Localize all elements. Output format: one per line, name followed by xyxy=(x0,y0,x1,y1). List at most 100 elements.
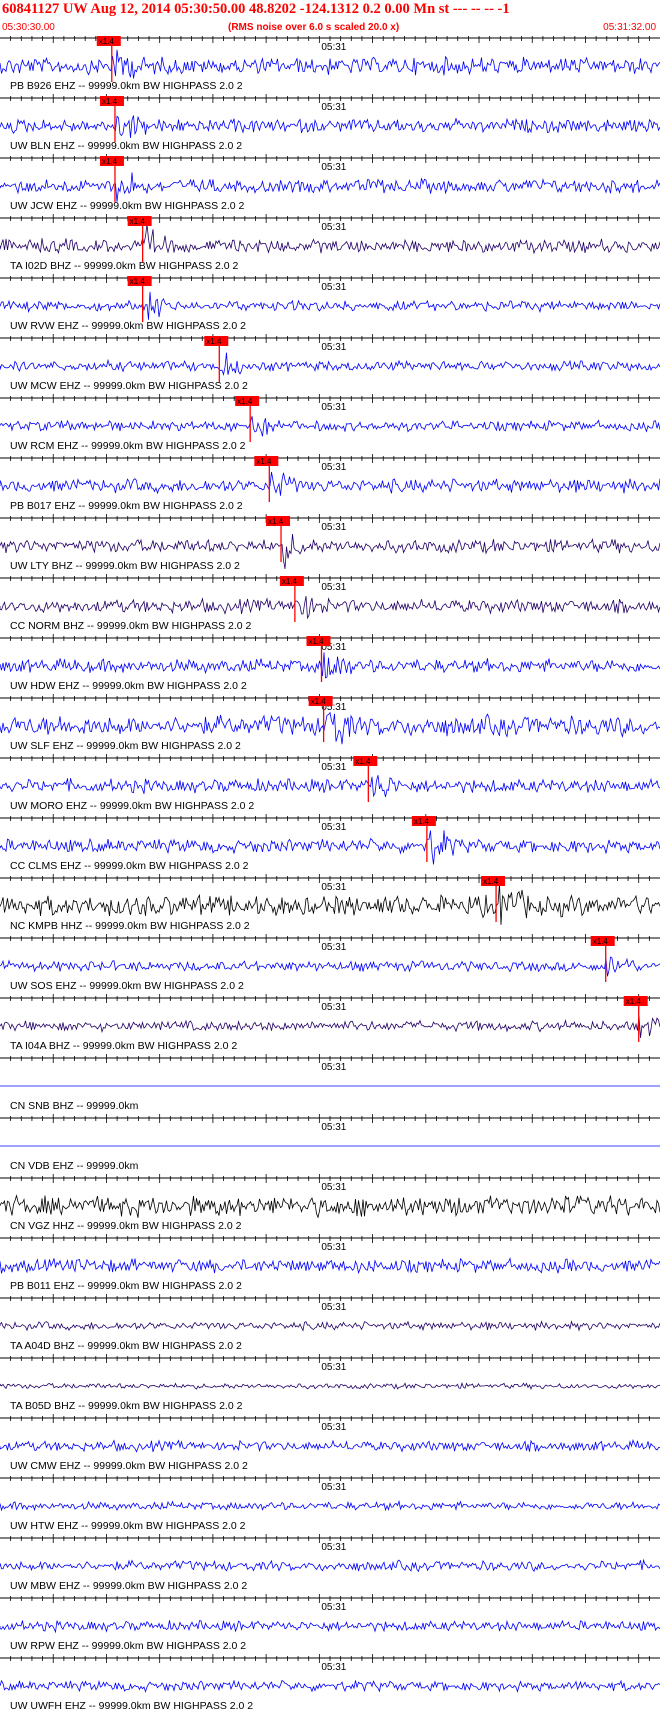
station-label: UW MCW EHZ -- 99999.0km BW HIGHPASS 2.0 … xyxy=(10,380,248,392)
minute-label: 05:31 xyxy=(321,42,346,53)
waveform xyxy=(0,652,660,679)
station-label: UW JCW EHZ -- 99999.0km BW HIGHPASS 2.0 … xyxy=(10,200,245,212)
station-label: CN VDB EHZ -- 99999.0km xyxy=(10,1160,139,1172)
station-label: UW HDW EHZ -- 99999.0km BW HIGHPASS 2.0 … xyxy=(10,680,247,692)
waveform xyxy=(0,1194,660,1219)
waveform xyxy=(0,471,660,496)
pick-label: x1.4 xyxy=(311,697,327,706)
pick-label: x1.4 xyxy=(483,877,499,886)
station-label: UW LTY BHZ -- 99999.0km BW HIGHPASS 2.0 … xyxy=(10,560,240,572)
minute-label: 05:31 xyxy=(321,822,346,833)
pick-label: x1.4 xyxy=(256,457,272,466)
pick-label: x1.4 xyxy=(99,37,115,46)
station-label: UW RCM EHZ -- 99999.0km BW HIGHPASS 2.0 … xyxy=(10,440,246,452)
station-label: UW MBW EHZ -- 99999.0km BW HIGHPASS 2.0 … xyxy=(10,1580,247,1592)
pick-label: x1.4 xyxy=(282,577,298,586)
station-label: NC KMPB HHZ -- 99999.0km BW HIGHPASS 2.0… xyxy=(10,920,250,932)
station-label: CC CLMS EHZ -- 99999.0km BW HIGHPASS 2.0… xyxy=(10,860,249,872)
waveform xyxy=(0,1439,660,1453)
minute-label: 05:31 xyxy=(321,162,346,173)
pick-label: x1.4 xyxy=(355,757,371,766)
end-time: 05:31:32.00 xyxy=(603,22,656,33)
pick-label: x1.4 xyxy=(130,277,146,286)
minute-label: 05:31 xyxy=(321,1062,346,1073)
pick-label: x1.4 xyxy=(102,157,118,166)
trace-row: 05:31x1.4UW SLF EHZ -- 99999.0km BW HIGH… xyxy=(0,694,660,752)
minute-label: 05:31 xyxy=(321,222,346,233)
waveform xyxy=(0,596,660,620)
trace-row: 05:31 UW RPW EHZ -- 99999.0km BW HIGHPASS… xyxy=(0,1594,660,1652)
station-label: TA A04D BHZ -- 99999.0km BW HIGHPASS 2.0… xyxy=(10,1340,242,1352)
station-label: UW UWFH EHZ -- 99999.0km BW HIGHPASS 2.0… xyxy=(10,1700,253,1712)
minute-label: 05:31 xyxy=(321,942,346,953)
pick-label: x1.4 xyxy=(102,97,118,106)
station-label: CN SNB BHZ -- 99999.0km xyxy=(10,1100,139,1112)
start-time: 05:30:30.00 xyxy=(2,22,55,33)
minute-label: 05:31 xyxy=(321,1482,346,1493)
waveform xyxy=(0,291,660,320)
pick-label: x1.4 xyxy=(626,997,642,1006)
trace-row: 05:31 CN VDB EHZ -- 99999.0km xyxy=(0,1114,660,1172)
event-title: 60841127 UW Aug 12, 2014 05:30:50.00 48.… xyxy=(2,1,510,17)
pick-label: x1.4 xyxy=(308,637,324,646)
trace-row: 05:31 x1.4 UW BLN EHZ -- 99999.0km BW HIGH… xyxy=(0,94,660,152)
minute-label: 05:31 xyxy=(321,882,346,893)
waveform xyxy=(0,1558,660,1573)
header: 60841127 UW Aug 12, 2014 05:30:50.00 48.… xyxy=(0,0,660,36)
seismogram-plot: 05:31 x1.4 PB B926 EHZ -- 99999.0km BW HIG… xyxy=(0,36,660,1712)
waveform xyxy=(0,1382,660,1390)
station-label: CC NORM BHZ -- 99999.0km BW HIGHPASS 2.0… xyxy=(10,620,252,632)
pick-label: x1.4 xyxy=(237,397,253,406)
trace-row: 05:31 x1.4 CC CLMS EHZ -- 99999.0km BW HIG… xyxy=(0,814,660,872)
trace-row: 05:31 x1.4 UW SOS EHZ -- 99999.0km BW HIGH… xyxy=(0,934,660,992)
minute-label: 05:31 xyxy=(321,342,346,353)
waveform xyxy=(0,172,660,202)
minute-label: 05:31 xyxy=(321,102,346,113)
waveform xyxy=(0,775,660,798)
minute-label: 05:31 xyxy=(321,582,346,593)
station-label: PB B017 EHZ -- 99999.0km BW HIGHPASS 2.0… xyxy=(10,500,243,512)
station-label: PB B011 EHZ -- 99999.0km BW HIGHPASS 2.0… xyxy=(10,1280,242,1292)
trace-row: 05:31 UW MBW EHZ -- 99999.0km BW HIGHPASS… xyxy=(0,1534,660,1592)
noise-note: (RMS noise over 6.0 s scaled 20.0 x) xyxy=(228,22,400,33)
trace-row: 05:31x1.4UW HDW EHZ -- 99999.0km BW HIGH… xyxy=(0,634,660,692)
trace-row: 05:31 CN VGZ HHZ -- 99999.0km BW HIGHPASS… xyxy=(0,1174,660,1232)
trace-row: 05:31 x1.4 UW RCM EHZ -- 99999.0km BW HIGH… xyxy=(0,394,660,452)
waveform xyxy=(0,1015,660,1038)
trace-row: 05:31 TA B05D BHZ -- 99999.0km BW HIGHPAS… xyxy=(0,1354,660,1412)
station-label: UW SLF EHZ -- 99999.0km BW HIGHPASS 2.0 … xyxy=(10,740,241,752)
minute-label: 05:31 xyxy=(321,762,346,773)
station-label: TA I02D BHZ -- 99999.0km BW HIGHPASS 2.0… xyxy=(10,260,239,272)
minute-label: 05:31 xyxy=(321,522,346,533)
trace-row: 05:31 UW HTW EHZ -- 99999.0km BW HIGHPASS… xyxy=(0,1474,660,1532)
minute-label: 05:31 xyxy=(321,1302,346,1313)
station-label: TA I04A BHZ -- 99999.0km BW HIGHPASS 2.0… xyxy=(10,1040,237,1052)
station-label: UW SOS EHZ -- 99999.0km BW HIGHPASS 2.0 … xyxy=(10,980,244,992)
minute-label: 05:31 xyxy=(321,282,346,293)
trace-row: 05:31 x1.4 UW MCW EHZ -- 99999.0km BW HIGH… xyxy=(0,334,660,392)
waveform xyxy=(0,416,660,437)
minute-label: 05:31 xyxy=(321,402,346,413)
pick-label: x1.4 xyxy=(130,217,146,226)
minute-label: 05:31 xyxy=(321,1122,346,1133)
pick-label: x1.4 xyxy=(414,817,430,826)
waveform xyxy=(0,49,660,79)
trace-row: 05:31 x1.4 UW JCW EHZ -- 99999.0km BW HIGH… xyxy=(0,154,660,212)
trace-row: 05:31 CN SNB BHZ -- 99999.0km xyxy=(0,1054,660,1112)
station-label: UW CMW EHZ -- 99999.0km BW HIGHPASS 2.0 … xyxy=(10,1460,248,1472)
minute-label: 05:31 xyxy=(321,1422,346,1433)
minute-label: 05:31 xyxy=(321,462,346,473)
trace-row: 05:31 TA A04D BHZ -- 99999.0km BW HIGHPAS… xyxy=(0,1294,660,1352)
station-label: UW RVW EHZ -- 99999.0km BW HIGHPASS 2.0 … xyxy=(10,320,246,332)
minute-label: 05:31 xyxy=(321,1002,346,1013)
station-label: UW RPW EHZ -- 99999.0km BW HIGHPASS 2.0 … xyxy=(10,1640,246,1652)
trace-row: 05:31 UW UWFH EHZ -- 99999.0km BW HIGHPAS… xyxy=(0,1654,660,1712)
waveform xyxy=(0,352,660,377)
minute-label: 05:31 xyxy=(321,1662,346,1673)
trace-row: 05:31 x1.4 PB B926 EHZ -- 99999.0km BW HIG… xyxy=(0,36,660,92)
pick-label: x1.4 xyxy=(593,937,609,946)
minute-label: 05:31 xyxy=(321,1602,346,1613)
pick-label: x1.4 xyxy=(206,337,222,346)
station-label: CN VGZ HHZ -- 99999.0km BW HIGHPASS 2.0 … xyxy=(10,1220,242,1232)
waveform xyxy=(0,1679,660,1693)
